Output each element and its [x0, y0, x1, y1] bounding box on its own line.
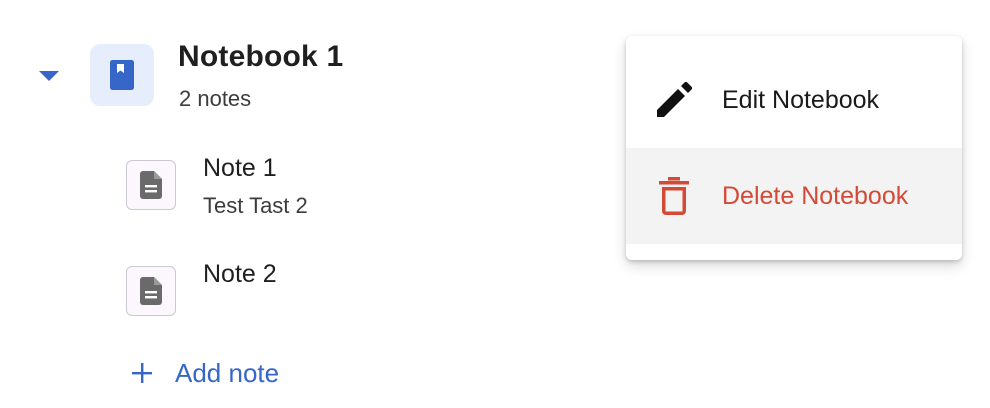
- delete-notebook-label: Delete Notebook: [722, 181, 909, 210]
- document-icon: [140, 171, 162, 199]
- note-snippet: Test Tast 2: [203, 193, 308, 218]
- plus-icon: [128, 359, 156, 387]
- notebook-title[interactable]: Notebook 1: [178, 40, 343, 74]
- notebook-avatar: [90, 44, 154, 106]
- add-note-button[interactable]: Add note: [128, 354, 279, 392]
- notebook-note-count: 2 notes: [179, 86, 252, 111]
- note-icon-box: [126, 160, 176, 210]
- note-icon-box: [126, 266, 176, 316]
- note-list-item[interactable]: Note 2: [126, 260, 606, 330]
- edit-notebook-label: Edit Notebook: [722, 85, 880, 114]
- note-title: Note 1: [203, 154, 277, 182]
- edit-notebook-menu-item[interactable]: Edit Notebook: [626, 52, 962, 148]
- note-list-item[interactable]: Note 1 Test Tast 2: [126, 154, 606, 224]
- trash-icon: [652, 174, 696, 218]
- notebook-panel: Notebook 1 2 notes Note 1 Test Tast 2 No…: [0, 0, 990, 408]
- document-icon: [140, 277, 162, 305]
- notebook-context-menu: Edit Notebook Delete Notebook: [626, 36, 962, 260]
- caret-down-icon: [39, 71, 59, 81]
- book-icon: [110, 60, 134, 90]
- pencil-icon: [652, 78, 696, 122]
- add-note-label: Add note: [175, 357, 280, 388]
- collapse-notebook-button[interactable]: [38, 70, 60, 82]
- note-title: Note 2: [203, 260, 277, 288]
- delete-notebook-menu-item[interactable]: Delete Notebook: [626, 148, 962, 244]
